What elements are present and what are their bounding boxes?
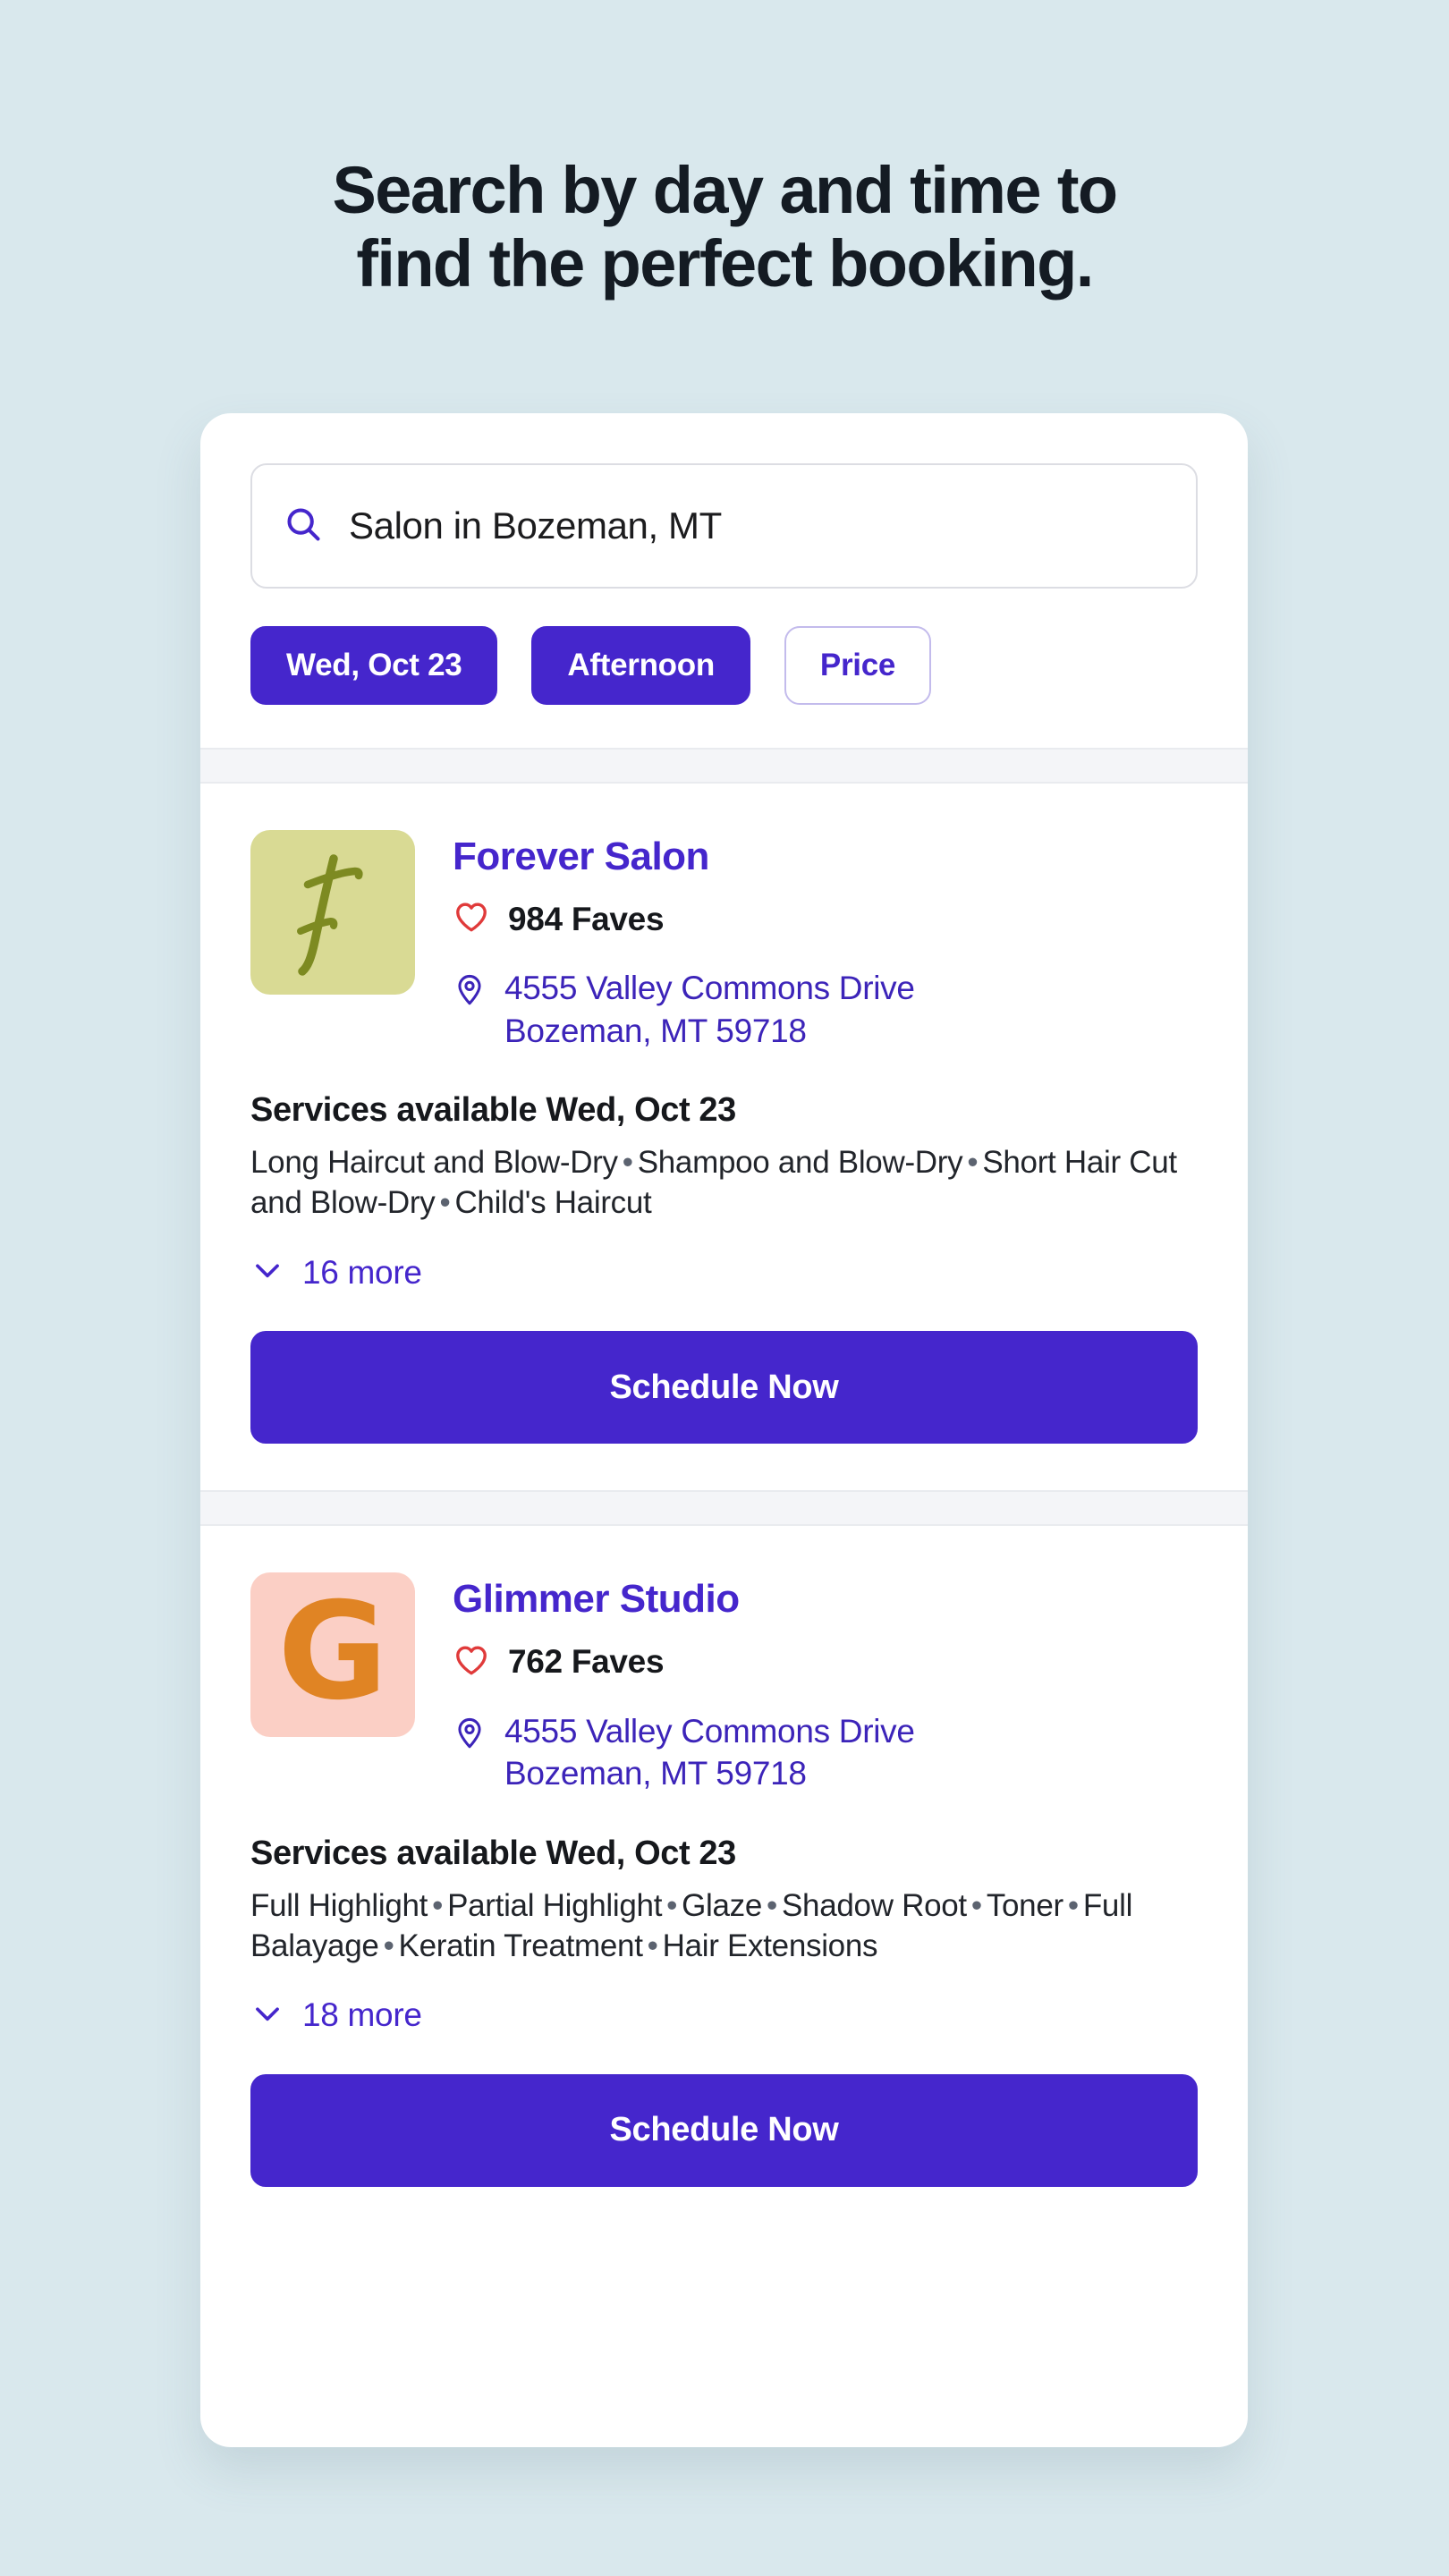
location-pin-icon xyxy=(453,1716,487,1754)
service-item: Shadow Root xyxy=(782,1887,967,1923)
section-divider-1 xyxy=(200,748,1248,784)
schedule-now-button[interactable]: Schedule Now xyxy=(250,1331,1198,1445)
filter-time[interactable]: Afternoon xyxy=(531,626,750,705)
bullet-separator: • xyxy=(647,1928,658,1963)
result-card-forever-salon[interactable]: Forever Salon 984 Faves 4555 Valley Comm… xyxy=(200,784,1248,1491)
bullet-separator: • xyxy=(666,1887,678,1923)
services-list: Full Highlight • Partial Highlight • Glaze • S… xyxy=(250,1885,1198,1966)
filter-date-label: Wed, Oct 23 xyxy=(286,648,462,682)
result-header: Forever Salon 984 Faves 4555 Valley Comm… xyxy=(250,830,1198,1052)
faves-row: 762 Faves xyxy=(453,1641,1198,1683)
business-name[interactable]: Glimmer Studio xyxy=(453,1577,1198,1621)
card-bottom-spacer xyxy=(250,1444,1198,1491)
address-line-2: Bozeman, MT 59718 xyxy=(504,1755,807,1792)
service-item: Long Haircut and Blow-Dry xyxy=(250,1145,618,1181)
faves-count: 762 Faves xyxy=(508,1643,665,1681)
business-logo-glimmer-studio: G xyxy=(250,1572,415,1738)
filter-pill-row: Wed, Oct 23 Afternoon Price xyxy=(200,589,1248,748)
show-more-label: 18 more xyxy=(302,1996,422,2034)
chevron-down-icon xyxy=(250,1996,284,2035)
bullet-separator: • xyxy=(622,1145,633,1181)
address-row[interactable]: 4555 Valley Commons Drive Bozeman, MT 59… xyxy=(453,967,1198,1052)
address-line-1: 4555 Valley Commons Drive xyxy=(504,1712,915,1750)
chevron-down-icon xyxy=(250,1253,284,1292)
filter-time-label: Afternoon xyxy=(567,648,715,682)
filter-price[interactable]: Price xyxy=(784,626,932,705)
result-header: G Glimmer Studio 762 Faves 4555 Valley C… xyxy=(250,1572,1198,1794)
service-item: Child's Haircut xyxy=(454,1185,652,1221)
service-item: Keratin Treatment xyxy=(398,1928,643,1963)
filter-price-label: Price xyxy=(819,648,896,682)
bullet-separator: • xyxy=(383,1928,394,1963)
heart-icon xyxy=(453,1641,490,1683)
bullet-separator: • xyxy=(439,1185,451,1221)
address-text: 4555 Valley Commons Drive Bozeman, MT 59… xyxy=(504,967,915,1052)
show-more-services[interactable]: 18 more xyxy=(250,1996,1198,2035)
address-line-2: Bozeman, MT 59718 xyxy=(504,1012,807,1049)
services-list: Long Haircut and Blow-Dry • Shampoo and Bl… xyxy=(250,1142,1198,1223)
show-more-label: 16 more xyxy=(302,1253,422,1291)
bullet-separator: • xyxy=(1067,1887,1079,1923)
filter-date[interactable]: Wed, Oct 23 xyxy=(250,626,498,705)
address-line-1: 4555 Valley Commons Drive xyxy=(504,970,915,1007)
heart-icon xyxy=(453,898,490,940)
page-title: Search by day and time to find the perfe… xyxy=(0,153,1449,301)
business-name[interactable]: Forever Salon xyxy=(453,835,1198,878)
bullet-separator: • xyxy=(970,1887,982,1923)
logo-letter: G xyxy=(277,1574,388,1731)
schedule-now-button[interactable]: Schedule Now xyxy=(250,2073,1198,2187)
service-item: Glaze xyxy=(682,1887,763,1923)
service-item: Hair Extensions xyxy=(662,1928,878,1963)
services-available-title: Services available Wed, Oct 23 xyxy=(250,1834,736,1872)
search-input-value: Salon in Bozeman, MT xyxy=(349,504,722,547)
bullet-separator: • xyxy=(967,1145,979,1181)
search-zone: Salon in Bozeman, MT xyxy=(200,413,1248,589)
service-item: Full Highlight xyxy=(250,1887,428,1923)
service-item: Partial Highlight xyxy=(447,1887,663,1923)
location-pin-icon xyxy=(453,972,487,1011)
business-logo-forever-salon xyxy=(250,830,415,995)
headline-line-1: Search by day and time to xyxy=(332,153,1118,227)
section-divider-2 xyxy=(200,1490,1248,1527)
search-icon xyxy=(283,504,324,549)
service-item: Shampoo and Blow-Dry xyxy=(637,1145,963,1181)
faves-row: 984 Faves xyxy=(453,898,1198,940)
promo-screen: Search by day and time to find the perfe… xyxy=(0,0,1449,2576)
headline-line-2: find the perfect booking. xyxy=(356,226,1094,301)
faves-count: 984 Faves xyxy=(508,900,665,937)
bullet-separator: • xyxy=(767,1887,777,1923)
business-info: Forever Salon 984 Faves 4555 Valley Comm… xyxy=(453,830,1198,1052)
service-item: Toner xyxy=(986,1887,1063,1923)
address-row[interactable]: 4555 Valley Commons Drive Bozeman, MT 59… xyxy=(453,1710,1198,1795)
address-text: 4555 Valley Commons Drive Bozeman, MT 59… xyxy=(504,1710,915,1795)
business-info: Glimmer Studio 762 Faves 4555 Valley Com… xyxy=(453,1572,1198,1794)
app-panel: Salon in Bozeman, MT Wed, Oct 23 Afterno… xyxy=(200,413,1248,2447)
services-available-title: Services available Wed, Oct 23 xyxy=(250,1091,736,1130)
result-card-glimmer-studio[interactable]: G Glimmer Studio 762 Faves 4555 Valley C… xyxy=(200,1526,1248,2207)
bullet-separator: • xyxy=(432,1887,444,1923)
card-bottom-spacer xyxy=(250,2186,1198,2207)
show-more-services[interactable]: 16 more xyxy=(250,1253,1198,1292)
search-input[interactable]: Salon in Bozeman, MT xyxy=(250,463,1198,589)
